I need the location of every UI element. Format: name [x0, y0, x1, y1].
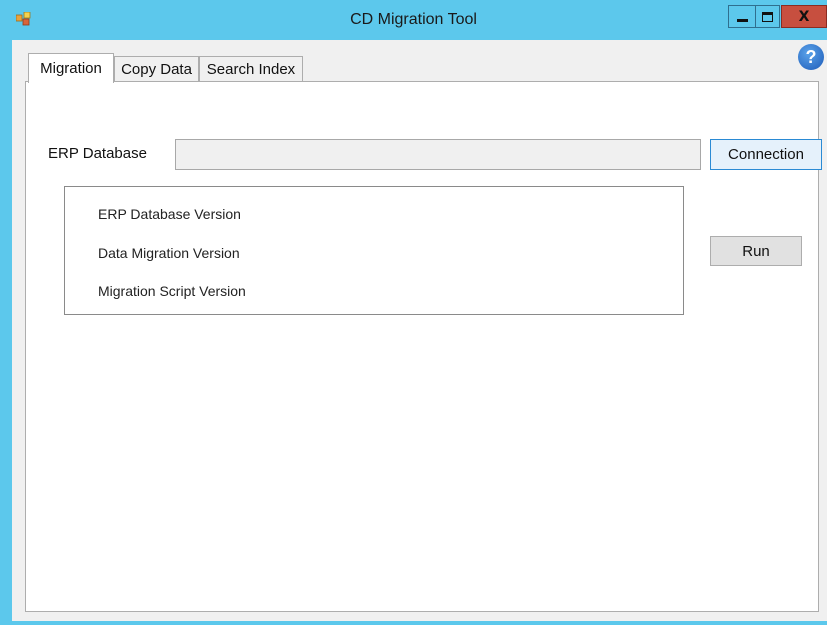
maximize-button[interactable]	[755, 5, 780, 28]
tab-migration[interactable]: Migration	[28, 53, 114, 83]
app-window: CD Migration Tool X ? Migration Copy Dat…	[0, 0, 827, 625]
erp-database-version-label: ERP Database Version	[98, 206, 241, 222]
close-icon: X	[798, 8, 810, 25]
caption-buttons: X	[728, 5, 827, 29]
help-icon[interactable]: ?	[798, 44, 824, 70]
tab-copy-data[interactable]: Copy Data	[114, 56, 199, 82]
migration-tab-panel: ERP Database Connection ERP Database Ver…	[25, 81, 822, 612]
client-area: ? Migration Copy Data Search Index ERP D…	[12, 40, 827, 621]
minimize-button[interactable]	[728, 5, 755, 28]
close-button[interactable]: X	[781, 5, 827, 28]
title-bar[interactable]: CD Migration Tool X	[0, 0, 827, 40]
version-info-box: ERP Database Version Data Migration Vers…	[64, 186, 684, 315]
erp-database-label: ERP Database	[48, 145, 147, 162]
minimize-icon	[736, 19, 748, 22]
connection-button[interactable]: Connection	[710, 139, 822, 170]
run-button[interactable]: Run	[710, 236, 802, 266]
window-title: CD Migration Tool	[350, 11, 477, 28]
maximize-icon	[762, 11, 773, 22]
migration-script-version-label: Migration Script Version	[98, 283, 246, 299]
erp-database-field[interactable]	[175, 139, 701, 170]
tab-search-index[interactable]: Search Index	[199, 56, 303, 82]
data-migration-version-label: Data Migration Version	[98, 245, 240, 261]
